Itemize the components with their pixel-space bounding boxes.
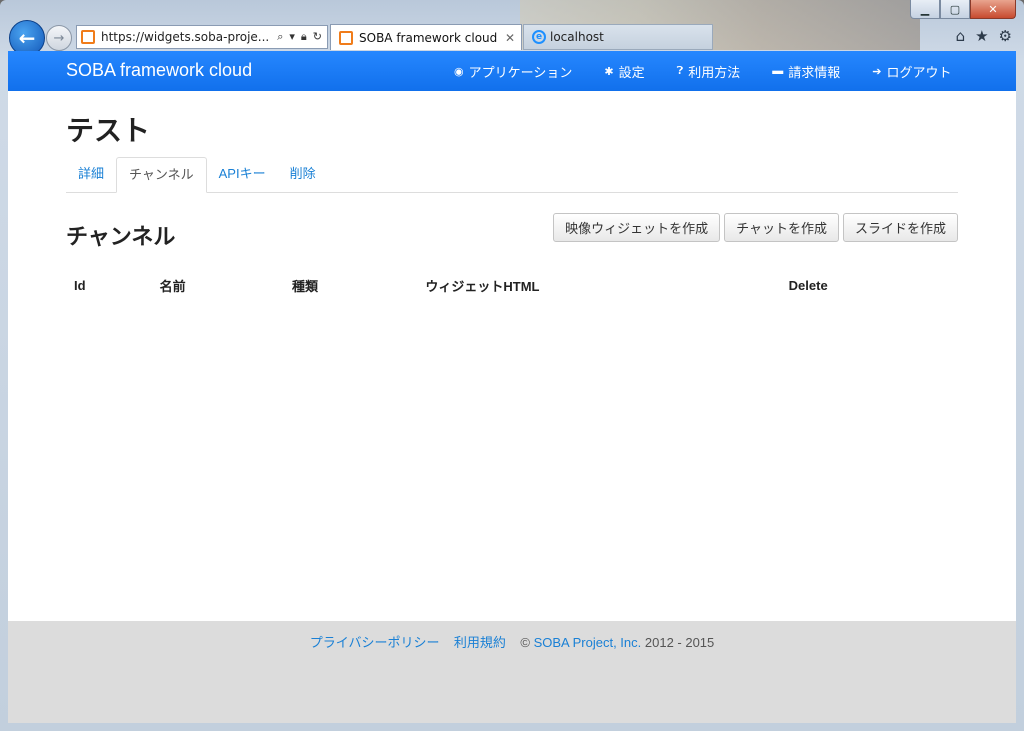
- nav-applications[interactable]: ◉ アプリケーション: [454, 62, 572, 81]
- company-link[interactable]: SOBA Project, Inc.: [534, 635, 642, 650]
- arrow-left-icon: ←: [18, 26, 36, 50]
- section-header: チャンネル 映像ウィジェットを作成 チャットを作成 スライドを作成: [66, 213, 958, 273]
- terms-link[interactable]: 利用規約: [454, 635, 506, 650]
- create-slide-button[interactable]: スライドを作成: [842, 213, 958, 242]
- nav-label: 請求情報: [788, 64, 841, 80]
- privacy-link[interactable]: プライバシーポリシー: [310, 635, 440, 650]
- lock-icon[interactable]: 🔒︎: [301, 30, 307, 44]
- window-controls: ▁ ▢ ✕: [910, 0, 1016, 19]
- browser-toolbar-icons: ⌂ ★ ⚙: [956, 27, 1012, 45]
- site-favicon: [81, 30, 95, 44]
- channels-table: Id 名前 種類 ウィジェットHTML Delete: [66, 273, 958, 297]
- nav-settings[interactable]: ✱ 設定: [604, 62, 644, 81]
- nav-billing[interactable]: ▬ 請求情報: [772, 62, 840, 81]
- nav-label: ログアウト: [886, 64, 952, 80]
- footer: プライバシーポリシー 利用規約 © SOBA Project, Inc. 201…: [8, 621, 1016, 723]
- col-id: Id: [74, 277, 86, 293]
- address-bar[interactable]: https://widgets.soba-proje... ⌕ ▾ 🔒︎ ↻: [76, 25, 328, 49]
- arrow-right-icon: →: [53, 30, 65, 46]
- star-icon[interactable]: ★: [975, 27, 988, 45]
- dropdown-icon[interactable]: ▾: [289, 30, 295, 44]
- site-favicon: [339, 30, 353, 45]
- tab-soba[interactable]: SOBA framework cloud ✕: [330, 24, 522, 50]
- home-icon[interactable]: ⌂: [956, 27, 966, 45]
- action-buttons: 映像ウィジェットを作成 チャットを作成 スライドを作成: [553, 213, 958, 242]
- col-name: 名前: [159, 278, 186, 294]
- gear-icon[interactable]: ⚙: [999, 27, 1012, 45]
- col-delete: Delete: [788, 277, 828, 293]
- brand-link[interactable]: SOBA framework cloud: [66, 60, 252, 81]
- copyright-years: 2012 - 2015: [644, 635, 715, 650]
- maximize-icon[interactable]: ▢: [940, 0, 970, 19]
- col-type: 種類: [291, 278, 318, 294]
- tab-delete[interactable]: 削除: [278, 157, 328, 192]
- nav-label: 利用方法: [688, 64, 741, 80]
- nav-usage[interactable]: ❓︎ 利用方法: [677, 62, 741, 81]
- nav-links: ◉ アプリケーション ✱ 設定 ❓︎ 利用方法 ▬ 請求情報 ➔ ログアウト: [454, 51, 951, 91]
- globe-icon: ◉: [454, 65, 464, 78]
- close-icon[interactable]: ✕: [970, 0, 1016, 19]
- create-chat-button[interactable]: チャットを作成: [724, 213, 839, 242]
- tab-localhost[interactable]: e localhost: [523, 24, 713, 50]
- footer-links: プライバシーポリシー 利用規約 © SOBA Project, Inc. 201…: [8, 632, 1016, 651]
- minimize-icon[interactable]: ▁: [910, 0, 940, 19]
- copyright-symbol: ©: [520, 635, 530, 650]
- tab-title: localhost: [550, 30, 604, 44]
- tab-api-key[interactable]: APIキー: [207, 157, 278, 192]
- table-header-row: Id 名前 種類 ウィジェットHTML Delete: [66, 273, 958, 297]
- close-tab-icon[interactable]: ✕: [505, 31, 515, 45]
- url-text[interactable]: https://widgets.soba-proje...: [101, 30, 277, 44]
- tab-channels[interactable]: チャンネル: [116, 157, 207, 193]
- col-widget-html: ウィジェットHTML: [425, 278, 540, 294]
- nav-label: アプリケーション: [468, 64, 573, 80]
- create-video-widget-button[interactable]: 映像ウィジェットを作成: [553, 213, 721, 242]
- forward-button[interactable]: →: [46, 25, 72, 51]
- nav-label: 設定: [618, 64, 645, 80]
- page-title: テスト: [66, 115, 151, 146]
- main-content: テスト 詳細 チャンネル APIキー 削除 チャンネル 映像ウィジェットを作成 …: [66, 91, 958, 297]
- credit-card-icon: ▬: [772, 65, 784, 77]
- tab-title: SOBA framework cloud: [359, 30, 498, 45]
- section-title: チャンネル: [66, 224, 176, 249]
- ie-icon: e: [532, 30, 546, 44]
- refresh-icon[interactable]: ↻: [313, 30, 322, 44]
- navbar: SOBA framework cloud ◉ アプリケーション ✱ 設定 ❓︎ …: [8, 51, 1016, 91]
- tab-details[interactable]: 詳細: [66, 157, 116, 192]
- search-icon[interactable]: ⌕: [277, 30, 283, 44]
- cog-icon: ✱: [604, 65, 614, 78]
- page-tabs: 詳細 チャンネル APIキー 削除: [66, 157, 958, 193]
- browser-window: ▁ ▢ ✕ ← → https://widgets.soba-proje... …: [0, 0, 1024, 731]
- page-viewport: SOBA framework cloud ◉ アプリケーション ✱ 設定 ❓︎ …: [8, 51, 1016, 723]
- nav-logout[interactable]: ➔ ログアウト: [872, 62, 951, 81]
- arrow-right-icon: ➔: [872, 65, 882, 78]
- question-icon: ❓︎: [676, 64, 684, 77]
